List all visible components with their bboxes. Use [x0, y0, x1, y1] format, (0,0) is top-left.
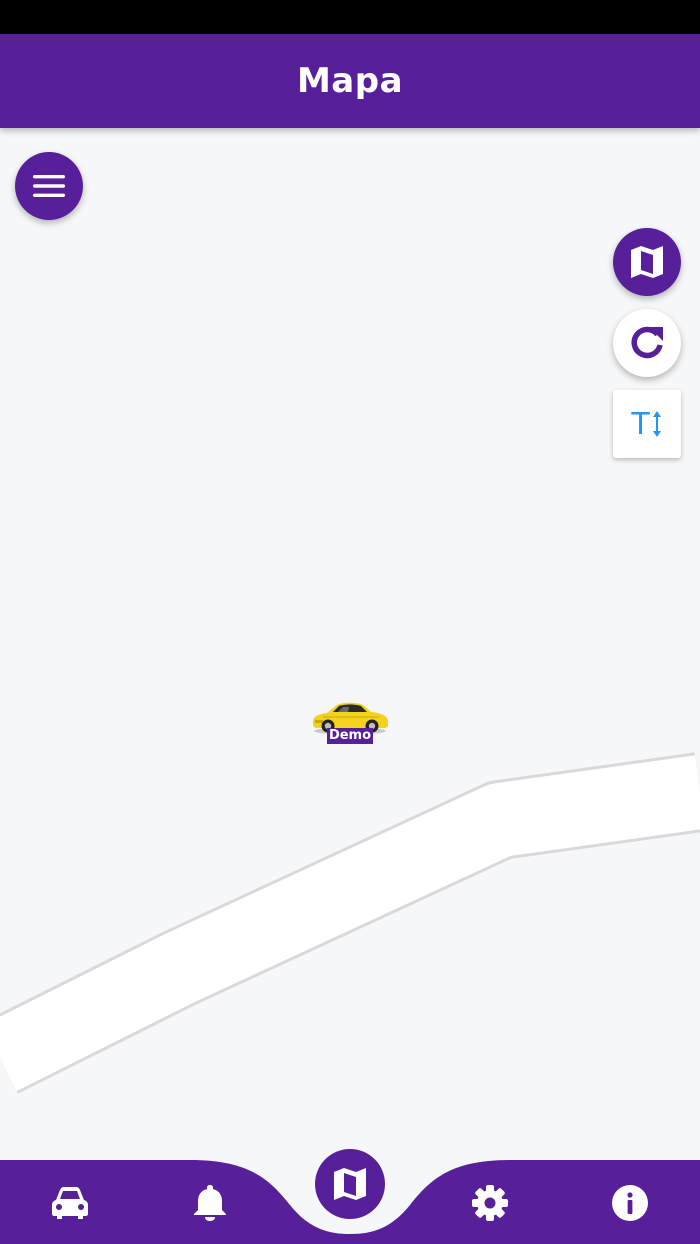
vehicle-label: Demo: [326, 728, 374, 744]
gear-icon: [472, 1185, 508, 1221]
text-size-icon: [652, 411, 661, 437]
text-size-label: T: [631, 406, 650, 442]
refresh-button[interactable]: [613, 309, 681, 377]
nav-vehicles-button[interactable]: [45, 1178, 95, 1228]
info-icon: [612, 1185, 648, 1221]
refresh-icon: [631, 326, 663, 359]
bell-icon: [194, 1185, 226, 1221]
map-icon: [631, 246, 663, 278]
text-size-button[interactable]: T: [613, 390, 681, 458]
map-type-button[interactable]: [613, 228, 681, 296]
car-icon: [52, 1187, 88, 1219]
nav-info-button[interactable]: [605, 1178, 655, 1228]
vehicle-marker[interactable]: Demo: [308, 696, 392, 744]
status-bar: [0, 0, 700, 34]
app-bar: Mapa: [0, 34, 700, 128]
map-roads: [0, 752, 700, 1094]
map-view[interactable]: [0, 128, 700, 1160]
page-title: Mapa: [296, 61, 404, 101]
nav-settings-button[interactable]: [465, 1178, 515, 1228]
nav-map-button[interactable]: [315, 1149, 385, 1219]
nav-notifications-button[interactable]: [185, 1178, 235, 1228]
app-screen: Mapa T Demo: [0, 0, 700, 1244]
map-icon: [334, 1168, 366, 1200]
menu-button[interactable]: [15, 152, 83, 220]
menu-icon: [33, 175, 65, 197]
